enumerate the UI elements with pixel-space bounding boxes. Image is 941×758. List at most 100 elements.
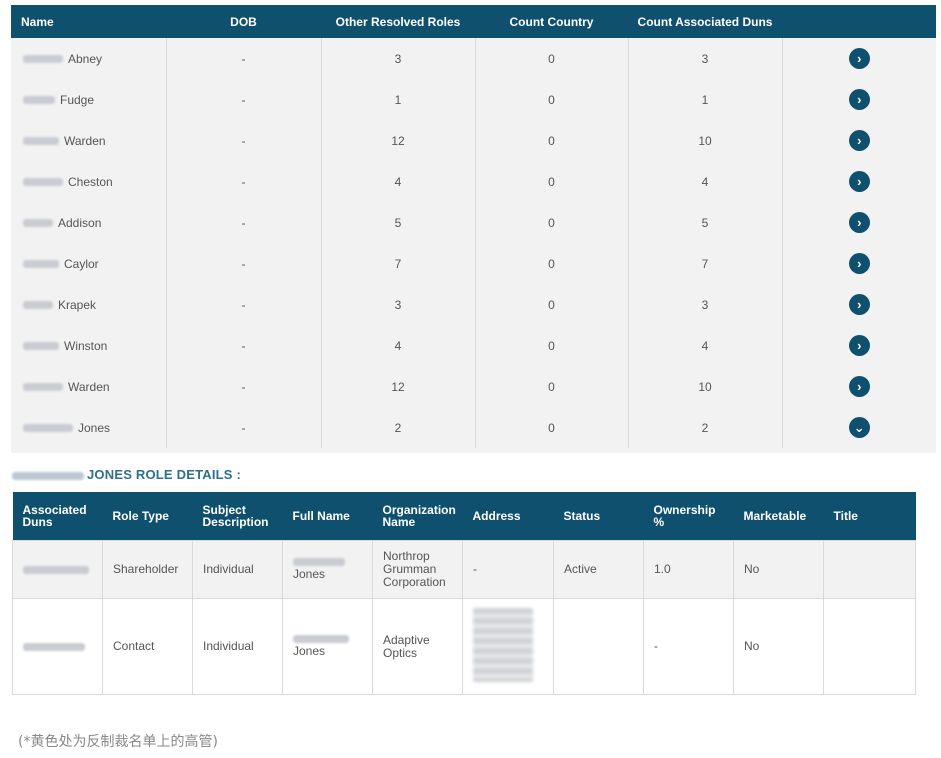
- count-duns-cell: 4: [628, 161, 783, 202]
- full-name-cell: Jones: [282, 540, 373, 599]
- col-header-name[interactable]: Name: [11, 5, 166, 38]
- dob-cell: -: [166, 325, 322, 366]
- dob-cell: -: [166, 202, 322, 243]
- col-header-subject-description: Subject Description: [192, 492, 283, 541]
- officer-surname: Jones: [78, 420, 111, 435]
- chevron-right-icon[interactable]: ›: [848, 253, 870, 274]
- ownership-cell: 1.0: [643, 540, 734, 599]
- col-header-action: [782, 5, 936, 38]
- chevron-right-icon[interactable]: ›: [848, 212, 870, 233]
- count-country-cell: 0: [475, 202, 629, 243]
- redacted-first-name: [23, 178, 63, 187]
- officer-row: Addison -5 0 5 ›: [11, 202, 936, 243]
- count-duns-cell: 3: [628, 284, 783, 325]
- action-cell: ⌄: [782, 407, 936, 448]
- officer-name-cell: Abney: [11, 38, 167, 79]
- officer-row: Warden -12 0 10 ›: [11, 366, 936, 407]
- chevron-right-icon[interactable]: ›: [848, 130, 870, 151]
- title-cell: [823, 598, 916, 695]
- count-country-cell: 0: [475, 38, 629, 79]
- organization-name-cell: Adaptive Optics: [372, 598, 463, 695]
- officer-name-cell: Fudge: [11, 79, 167, 120]
- chevron-right-icon[interactable]: ›: [848, 335, 870, 356]
- role-row: Shareholder Individual Jones Northrop Grumm…: [12, 540, 916, 599]
- action-cell: ›: [782, 161, 936, 202]
- role-details-title: JONES ROLE DETAILS :: [12, 467, 241, 482]
- officer-surname: Addison: [58, 215, 102, 230]
- count-duns-cell: 1: [628, 79, 783, 120]
- action-cell: ›: [782, 120, 936, 161]
- count-country-cell: 0: [475, 407, 629, 448]
- col-header-dob[interactable]: DOB: [166, 5, 321, 38]
- address-cell: [462, 598, 554, 695]
- marketable-cell: No: [733, 598, 824, 695]
- officer-name-cell: Jones: [11, 407, 167, 448]
- action-cell: ›: [782, 325, 936, 366]
- chevron-down-icon[interactable]: ⌄: [848, 417, 870, 438]
- other-roles-cell: 12: [321, 120, 476, 161]
- col-header-marketable: Marketable: [733, 492, 824, 541]
- count-country-cell: 0: [475, 161, 629, 202]
- officer-row: Winston -4 0 4 ›: [11, 325, 936, 366]
- col-header-count-duns[interactable]: Count Associated Duns: [628, 5, 782, 38]
- redacted-first-name: [23, 137, 59, 146]
- officer-surname: Cheston: [68, 174, 113, 189]
- footnote: (*黄色处为反制裁名单上的高管): [18, 734, 218, 750]
- count-country-cell: 0: [475, 120, 629, 161]
- redacted-first-name: [293, 635, 349, 643]
- count-country-cell: 0: [475, 79, 629, 120]
- other-roles-cell: 3: [321, 38, 476, 79]
- officer-row: Cheston -4 0 4 ›: [11, 161, 936, 202]
- col-header-address: Address: [462, 492, 554, 541]
- dob-cell: -: [166, 407, 322, 448]
- other-roles-cell: 1: [321, 79, 476, 120]
- count-duns-cell: 10: [628, 120, 783, 161]
- count-country-cell: 0: [475, 284, 629, 325]
- organization-name-cell: Northrop Grumman Corporation: [372, 540, 463, 599]
- subject-description-cell: Individual: [192, 598, 283, 695]
- officer-row: Fudge -1 0 1 ›: [11, 79, 936, 120]
- col-header-role-type: Role Type: [102, 492, 193, 541]
- redacted-duns: [23, 642, 85, 651]
- role-type-cell: Contact: [102, 598, 193, 695]
- officer-name-cell: Warden: [11, 366, 167, 407]
- col-header-associated-duns: Associated Duns: [12, 492, 103, 541]
- role-details-table: Associated Duns Role Type Subject Descri…: [12, 492, 916, 695]
- col-header-count-country[interactable]: Count Country: [475, 5, 628, 38]
- status-cell: Active: [553, 540, 644, 599]
- chevron-right-icon[interactable]: ›: [848, 376, 870, 397]
- count-country-cell: 0: [475, 366, 629, 407]
- marketable-cell: No: [733, 540, 824, 599]
- officer-surname: Abney: [68, 51, 103, 66]
- other-roles-cell: 3: [321, 284, 476, 325]
- dob-cell: -: [166, 366, 322, 407]
- redacted-first-name: [293, 558, 345, 566]
- dob-cell: -: [166, 243, 322, 284]
- col-header-other-roles[interactable]: Other Resolved Roles: [321, 5, 475, 38]
- redacted-first-name: [23, 424, 73, 433]
- col-header-status: Status: [553, 492, 644, 541]
- redacted-first-name: [23, 55, 63, 64]
- chevron-right-icon[interactable]: ›: [848, 171, 870, 192]
- officer-row: Abney -3 0 3 ›: [11, 38, 936, 79]
- ownership-cell: -: [643, 598, 734, 695]
- officer-name-cell: Caylor: [11, 243, 167, 284]
- chevron-right-icon[interactable]: ›: [848, 48, 870, 69]
- action-cell: ›: [782, 243, 936, 284]
- officer-row: Krapek -3 0 3 ›: [11, 284, 936, 325]
- redacted-first-name: [23, 301, 53, 310]
- officer-surname: Warden: [64, 133, 106, 148]
- chevron-right-icon[interactable]: ›: [848, 294, 870, 315]
- action-cell: ›: [782, 366, 936, 407]
- officers-header-row: Name DOB Other Resolved Roles Count Coun…: [11, 5, 936, 38]
- dob-cell: -: [166, 79, 322, 120]
- redacted-duns: [23, 565, 89, 574]
- col-header-title: Title: [823, 492, 916, 541]
- action-cell: ›: [782, 38, 936, 79]
- action-cell: ›: [782, 284, 936, 325]
- dob-cell: -: [166, 161, 322, 202]
- chevron-right-icon[interactable]: ›: [848, 89, 870, 110]
- associated-duns-cell: [12, 540, 103, 599]
- other-roles-cell: 7: [321, 243, 476, 284]
- count-duns-cell: 10: [628, 366, 783, 407]
